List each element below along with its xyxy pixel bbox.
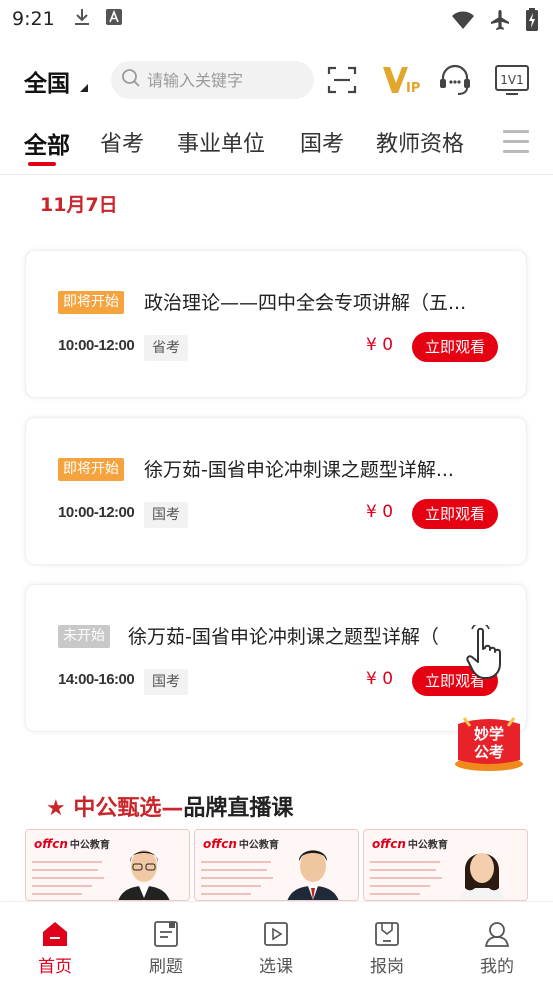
course-price: ¥ 0 [366, 335, 394, 355]
home-icon [41, 920, 69, 948]
course-title[interactable]: 徐万茹-国省申论冲刺课之题型详解（ [128, 622, 488, 649]
top-bar: 全国 IP 1V1 [0, 58, 553, 102]
course-time: 14:00-16:00 [58, 671, 135, 688]
region-selector[interactable]: 全国 [24, 64, 70, 98]
profile-icon [483, 920, 511, 948]
nav-profile[interactable]: 我的 [467, 920, 527, 977]
course-card[interactable]: 未开始 徐万茹-国省申论冲刺课之题型详解（ 14:00-16:00 国考 ¥ 0… [25, 584, 527, 732]
tab-all[interactable]: 全部 [24, 126, 70, 160]
status-badge: 即将开始 [58, 458, 124, 481]
status-badge: 未开始 [58, 625, 110, 648]
brand-section-title: ★ 中公甄选—品牌直播课 [46, 796, 294, 821]
status-time: 9:21 [12, 8, 55, 30]
course-price: ¥ 0 [366, 669, 394, 689]
battery-charging-icon [525, 8, 539, 36]
course-tag: 省考 [144, 335, 188, 361]
scan-icon[interactable] [324, 62, 360, 98]
course-card[interactable]: 即将开始 政治理论——四中全会专项讲解（五... 10:00-12:00 省考 … [25, 250, 527, 398]
svg-text:妙学: 妙学 [474, 725, 504, 743]
search-input[interactable] [147, 70, 307, 90]
hand-pointer-icon [464, 622, 514, 685]
brand-logo: offcn 中公教育 [203, 837, 279, 851]
course-tag: 国考 [144, 669, 188, 695]
wifi-icon [451, 10, 475, 34]
star-icon: ★ [46, 796, 66, 821]
tab-public-institution[interactable]: 事业单位 [177, 126, 265, 158]
course-tag: 国考 [144, 502, 188, 528]
watch-now-button[interactable]: 立即观看 [412, 499, 498, 529]
one-on-one-icon[interactable]: 1V1 [494, 62, 530, 98]
watch-now-button[interactable]: 立即观看 [412, 332, 498, 362]
promo-badge[interactable]: 妙学 公考 [452, 712, 526, 774]
practice-icon [152, 920, 180, 948]
brand-course-card[interactable]: offcn 中公教育 [363, 829, 528, 901]
nav-job-apply[interactable]: 报岗 [357, 920, 417, 977]
tabs-menu-icon[interactable] [503, 130, 529, 160]
download-icon [73, 7, 91, 31]
brand-logo: offcn 中公教育 [372, 837, 448, 851]
course-card[interactable]: 即将开始 徐万茹-国省申论冲刺课之题型详解... 10:00-12:00 国考 … [25, 417, 527, 565]
teacher-portrait [118, 850, 170, 900]
job-apply-icon [373, 920, 401, 948]
poster-text-decoration [201, 861, 273, 895]
course-time: 10:00-12:00 [58, 337, 135, 354]
svg-text:公考: 公考 [474, 743, 504, 761]
search-bar[interactable] [111, 61, 314, 99]
teacher-portrait [458, 853, 506, 900]
course-time: 10:00-12:00 [58, 504, 135, 521]
bottom-navigation: 首页 刷题 选课 报岗 我的 [0, 901, 553, 984]
airplane-mode-icon [489, 9, 511, 35]
font-app-icon [105, 8, 123, 30]
caret-down-icon [80, 84, 88, 92]
active-tab-indicator [28, 162, 56, 166]
poster-text-decoration [32, 861, 104, 895]
tab-provincial[interactable]: 省考 [100, 126, 144, 158]
customer-service-icon[interactable] [437, 62, 473, 98]
brand-course-card[interactable]: offcn 中公教育 [25, 829, 190, 901]
divider [0, 174, 553, 175]
course-price: ¥ 0 [366, 502, 394, 522]
status-badge: 即将开始 [58, 291, 124, 314]
date-label: 11月7日 [40, 194, 118, 216]
nav-practice[interactable]: 刷题 [136, 920, 196, 977]
svg-text:IP: IP [406, 81, 420, 96]
vip-icon[interactable]: IP [378, 62, 422, 98]
nav-course-select[interactable]: 选课 [246, 920, 306, 977]
teacher-portrait [287, 850, 339, 900]
search-icon [121, 68, 141, 92]
tab-teacher-qualification[interactable]: 教师资格 [376, 126, 464, 158]
course-select-icon [262, 920, 290, 948]
course-title[interactable]: 徐万茹-国省申论冲刺课之题型详解... [144, 455, 504, 482]
brand-logo: offcn 中公教育 [34, 837, 110, 851]
svg-text:1V1: 1V1 [500, 73, 523, 87]
category-tabs: 全部 省考 事业单位 国考 教师资格 [0, 126, 553, 172]
poster-text-decoration [370, 861, 442, 895]
nav-home[interactable]: 首页 [25, 920, 85, 977]
tab-national[interactable]: 国考 [300, 126, 344, 158]
brand-course-card[interactable]: offcn 中公教育 [194, 829, 359, 901]
status-bar: 9:21 [0, 0, 553, 38]
course-title[interactable]: 政治理论——四中全会专项讲解（五... [144, 288, 504, 315]
